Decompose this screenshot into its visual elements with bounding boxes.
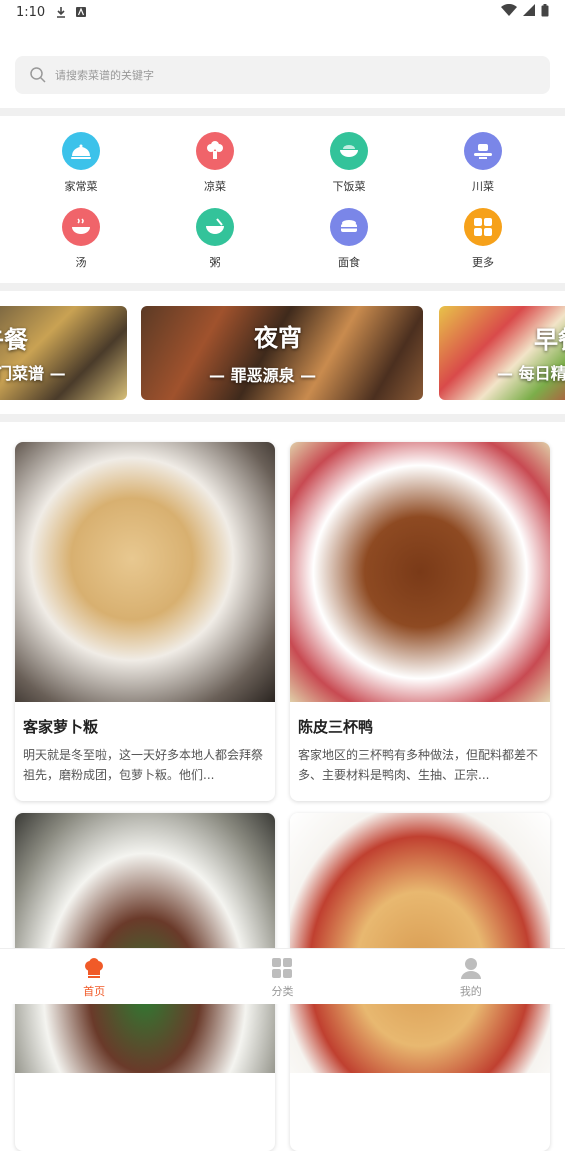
category-label: 汤 — [75, 256, 87, 269]
wifi-icon — [501, 3, 517, 20]
category-more[interactable]: 更多 — [433, 208, 533, 270]
recipe-title: 陈皮三杯鸭 — [298, 718, 374, 736]
recipe-description: 客家地区的三杯鸭有多种做法，但配料都差不多、主要材料是鸭肉、生抽、正宗... — [298, 748, 539, 782]
banner-breakfast[interactable]: 早餐 — 每日精选 — [439, 306, 565, 400]
category-noodles[interactable]: 面食 — [299, 208, 399, 270]
category-label: 凉菜 — [204, 180, 226, 193]
recipe-image — [15, 813, 275, 1073]
recipe-image — [15, 442, 275, 702]
banner-subtitle: — 罪恶源泉 — — [209, 366, 317, 385]
broccoli-icon — [196, 132, 234, 170]
category-label: 面食 — [338, 256, 360, 269]
banner-title: 夜宵 — [254, 324, 302, 352]
cloche-icon — [62, 132, 100, 170]
chef-hat-icon — [85, 958, 104, 978]
status-bar: 1:10 — [0, 0, 565, 24]
category-cold-dishes[interactable]: 凉菜 — [165, 132, 265, 194]
banner-subtitle: 热门菜谱 — — [0, 364, 66, 383]
search-placeholder: 请搜索菜谱的关键字 — [55, 69, 154, 82]
banner-title: 午餐 — [0, 326, 28, 354]
section-divider — [0, 283, 565, 291]
category-label: 下饭菜 — [332, 180, 366, 193]
category-sichuan[interactable]: 川菜 — [433, 132, 533, 194]
category-label: 川菜 — [472, 180, 494, 193]
grid-more-icon — [464, 208, 502, 246]
bottom-nav: 首页 分类 我的 — [0, 948, 565, 1004]
search-bar[interactable]: 请搜索菜谱的关键字 — [15, 56, 550, 94]
section-divider — [0, 108, 565, 116]
recipe-card[interactable]: 陈皮三杯鸭 客家地区的三杯鸭有多种做法，但配料都差不多、主要材料是鸭肉、生抽、正… — [290, 442, 550, 801]
nav-profile[interactable]: 我的 — [377, 949, 565, 1004]
nav-label: 分类 — [271, 985, 294, 998]
nav-label: 首页 — [83, 985, 106, 998]
banner-late-night[interactable]: 夜宵 — 罪恶源泉 — — [141, 306, 423, 400]
recipe-title: 客家萝卜粄 — [23, 718, 99, 736]
nav-label: 我的 — [459, 985, 482, 998]
signal-icon — [523, 4, 535, 20]
recipe-card[interactable]: 客家萝卜粄 明天就是冬至啦，这一天好多本地人都会拜祭祖先，磨粉成团，包萝卜粄。他… — [15, 442, 275, 801]
category-label: 更多 — [472, 256, 494, 269]
category-rice-dishes[interactable]: 下饭菜 — [299, 132, 399, 194]
recipe-description — [15, 1087, 275, 1151]
category-soup[interactable]: 汤 — [31, 208, 131, 270]
category-label: 家常菜 — [64, 180, 98, 193]
recipe-title — [290, 1073, 550, 1087]
steamer-icon — [330, 208, 368, 246]
soup-icon — [62, 208, 100, 246]
section-divider — [0, 414, 565, 422]
category-porridge[interactable]: 粥 — [165, 208, 265, 270]
download-icon — [55, 6, 67, 18]
dish-icon — [464, 132, 502, 170]
status-time: 1:10 — [16, 4, 46, 20]
recipe-image — [290, 813, 550, 1073]
nav-category[interactable]: 分类 — [188, 949, 376, 1004]
banner-carousel[interactable]: 午餐 热门菜谱 — 夜宵 — 罪恶源泉 — 早餐 — 每日精选 — [0, 306, 565, 400]
recipe-image — [290, 442, 550, 702]
banner-title: 早餐 — [534, 326, 565, 354]
grid-icon — [272, 958, 293, 978]
recipe-description — [290, 1087, 550, 1151]
nav-home[interactable]: 首页 — [0, 949, 188, 1004]
category-label: 粥 — [209, 256, 221, 269]
search-icon — [30, 67, 46, 83]
rice-bowl-icon — [330, 132, 368, 170]
recipe-description: 明天就是冬至啦，这一天好多本地人都会拜祭祖先，磨粉成团，包萝卜粄。他们... — [23, 748, 264, 782]
porridge-icon — [196, 208, 234, 246]
battery-icon — [541, 3, 549, 21]
user-icon — [460, 958, 481, 979]
app-notification-icon — [75, 6, 87, 18]
category-home-cooking[interactable]: 家常菜 — [31, 132, 131, 194]
banner-lunch[interactable]: 午餐 热门菜谱 — — [0, 306, 127, 400]
banner-subtitle: — 每日精选 — [497, 364, 565, 383]
recipe-title — [15, 1073, 275, 1087]
